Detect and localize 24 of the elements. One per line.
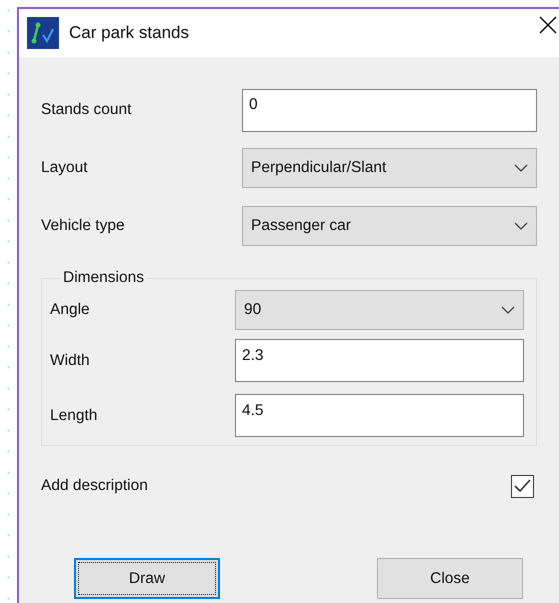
- dialog-button[interactable]: Close: [377, 558, 523, 599]
- field-label: Angle: [50, 301, 91, 319]
- text-field[interactable]: 2.3: [235, 339, 524, 382]
- dropdown[interactable]: 90: [235, 290, 524, 330]
- field-label: Layout: [41, 159, 89, 177]
- window-title: Car park stands: [69, 23, 190, 43]
- text-field[interactable]: 4.5: [235, 394, 524, 437]
- checkbox-label: Add description: [41, 477, 149, 495]
- check-icon: [514, 479, 531, 493]
- app-icon: [27, 17, 59, 49]
- dropdown[interactable]: Passenger car: [242, 206, 537, 246]
- text-field[interactable]: 0: [242, 88, 537, 132]
- close-icon[interactable]: [539, 16, 557, 34]
- field-label: Width: [50, 352, 91, 370]
- chevron-down-icon: [514, 164, 528, 172]
- group-title: Dimensions: [62, 269, 145, 287]
- field-label: Stands count: [41, 101, 132, 119]
- field-label: Vehicle type: [41, 217, 126, 235]
- chevron-down-icon: [501, 306, 515, 314]
- dropdown[interactable]: Perpendicular/Slant: [242, 148, 537, 188]
- chevron-down-icon: [514, 222, 528, 230]
- field-label: Length: [50, 406, 98, 424]
- dialog-button[interactable]: Draw: [74, 558, 220, 599]
- checkbox[interactable]: [511, 474, 534, 498]
